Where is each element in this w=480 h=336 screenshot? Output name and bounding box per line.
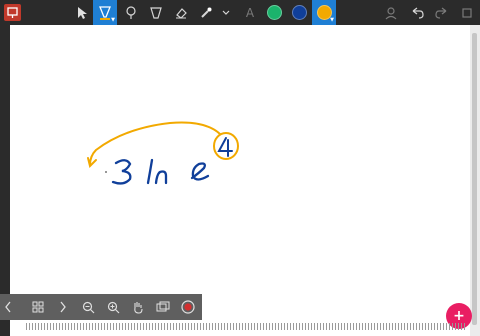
- ink-letter-e: [190, 162, 210, 181]
- ink-circle: [213, 132, 239, 160]
- ink-letter-n: [154, 170, 168, 185]
- scroll-thumb[interactable]: [472, 33, 477, 325]
- next-icon[interactable]: [51, 294, 75, 320]
- ink-digit-4: [217, 137, 233, 157]
- page-ruler: [26, 323, 466, 330]
- zoom-out-icon[interactable]: [76, 294, 100, 320]
- ink-digit-3: [111, 159, 132, 185]
- bottom-navbar: [0, 294, 202, 320]
- add-page-label: +: [453, 308, 465, 324]
- hand-icon[interactable]: [126, 294, 150, 320]
- ink-dot: [105, 171, 107, 173]
- zoom-in-icon[interactable]: [101, 294, 125, 320]
- ink-strokes: [87, 121, 239, 185]
- ink-letter-l: [146, 158, 154, 185]
- ink-arrowhead: [87, 157, 97, 168]
- record-icon[interactable]: [176, 294, 200, 320]
- ink-arrow-curve: [89, 121, 221, 166]
- fit-page-icon[interactable]: [151, 294, 175, 320]
- grid-icon[interactable]: [26, 294, 50, 320]
- vertical-scrollbar[interactable]: [470, 25, 480, 336]
- prev-icon[interactable]: [0, 294, 16, 320]
